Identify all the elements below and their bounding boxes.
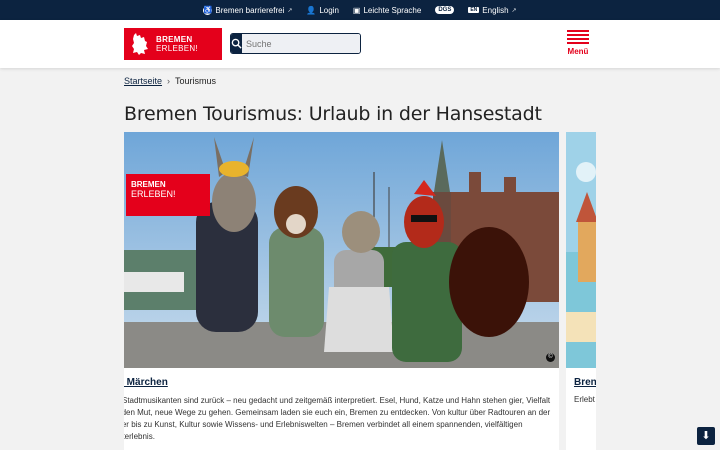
page-title: Bremen Tourismus: Urlaub in der Hansesta… bbox=[124, 103, 542, 125]
teaser-card-next-title[interactable]: Bren bbox=[574, 377, 596, 388]
copyright-icon[interactable]: © bbox=[546, 353, 555, 362]
teaser-carousel: BREMEN ERLEBEN! © als Märchen mer Stadtm… bbox=[124, 132, 596, 450]
search-box bbox=[230, 33, 361, 54]
sign-language-icon: DGS bbox=[435, 6, 455, 14]
teaser-card[interactable]: BREMEN ERLEBEN! © als Märchen mer Stadtm… bbox=[124, 132, 559, 450]
menu-button[interactable]: Menü bbox=[567, 30, 589, 56]
external-link-icon: ↗ bbox=[287, 7, 293, 14]
arrow-down-icon: ⬇ bbox=[701, 430, 711, 442]
chevron-right-icon: › bbox=[167, 76, 171, 86]
dgs-link[interactable]: DGS bbox=[435, 6, 455, 14]
accessibility-icon: ♿ bbox=[203, 5, 213, 15]
menu-label: Menü bbox=[567, 47, 589, 56]
search-icon bbox=[231, 38, 242, 49]
english-link[interactable]: EN English ↗ bbox=[468, 6, 517, 15]
logo-text-bremen: BREMEN bbox=[156, 35, 193, 44]
breadcrumb-current: Tourismus bbox=[175, 76, 217, 86]
logo-text-erleben: ERLEBEN! bbox=[156, 44, 198, 53]
teaser-card-next-text: Erlebt bbox=[574, 395, 595, 404]
barrierefrei-link[interactable]: ♿ Bremen barrierefrei ↗ bbox=[203, 5, 293, 15]
menu-icon bbox=[567, 30, 589, 46]
illustration-photo bbox=[566, 132, 596, 368]
bremen-erleben-logo[interactable]: BREMEN ERLEBEN! bbox=[124, 28, 222, 60]
login-link[interactable]: 👤 Login bbox=[306, 6, 339, 15]
language-icon: EN bbox=[468, 7, 480, 13]
town-musicians-photo bbox=[124, 132, 559, 368]
teaser-card-text: mer Stadtmusikanten sind zurück – neu ge… bbox=[124, 396, 551, 441]
breadcrumb-home-link[interactable]: Startseite bbox=[124, 76, 162, 86]
search-input[interactable] bbox=[242, 34, 360, 53]
leichte-sprache-link[interactable]: ▣ Leichte Sprache bbox=[353, 6, 421, 15]
teaser-card-next[interactable]: Bren Erlebt bbox=[566, 132, 596, 450]
user-icon: 👤 bbox=[306, 5, 317, 15]
image-logo-badge: BREMEN ERLEBEN! bbox=[126, 174, 210, 216]
search-button[interactable] bbox=[231, 34, 242, 53]
top-service-bar: ♿ Bremen barrierefrei ↗ 👤 Login ▣ Leicht… bbox=[0, 0, 720, 20]
site-header: BREMEN ERLEBEN! Menü bbox=[0, 20, 720, 68]
breadcrumb: Startseite › Tourismus bbox=[124, 76, 216, 86]
external-link-icon: ↗ bbox=[511, 7, 517, 14]
scroll-down-button[interactable]: ⬇ bbox=[697, 427, 715, 445]
town-musicians-logo-icon bbox=[132, 33, 148, 55]
teaser-card-title[interactable]: als Märchen bbox=[124, 377, 168, 388]
easy-language-icon: ▣ bbox=[352, 5, 361, 15]
